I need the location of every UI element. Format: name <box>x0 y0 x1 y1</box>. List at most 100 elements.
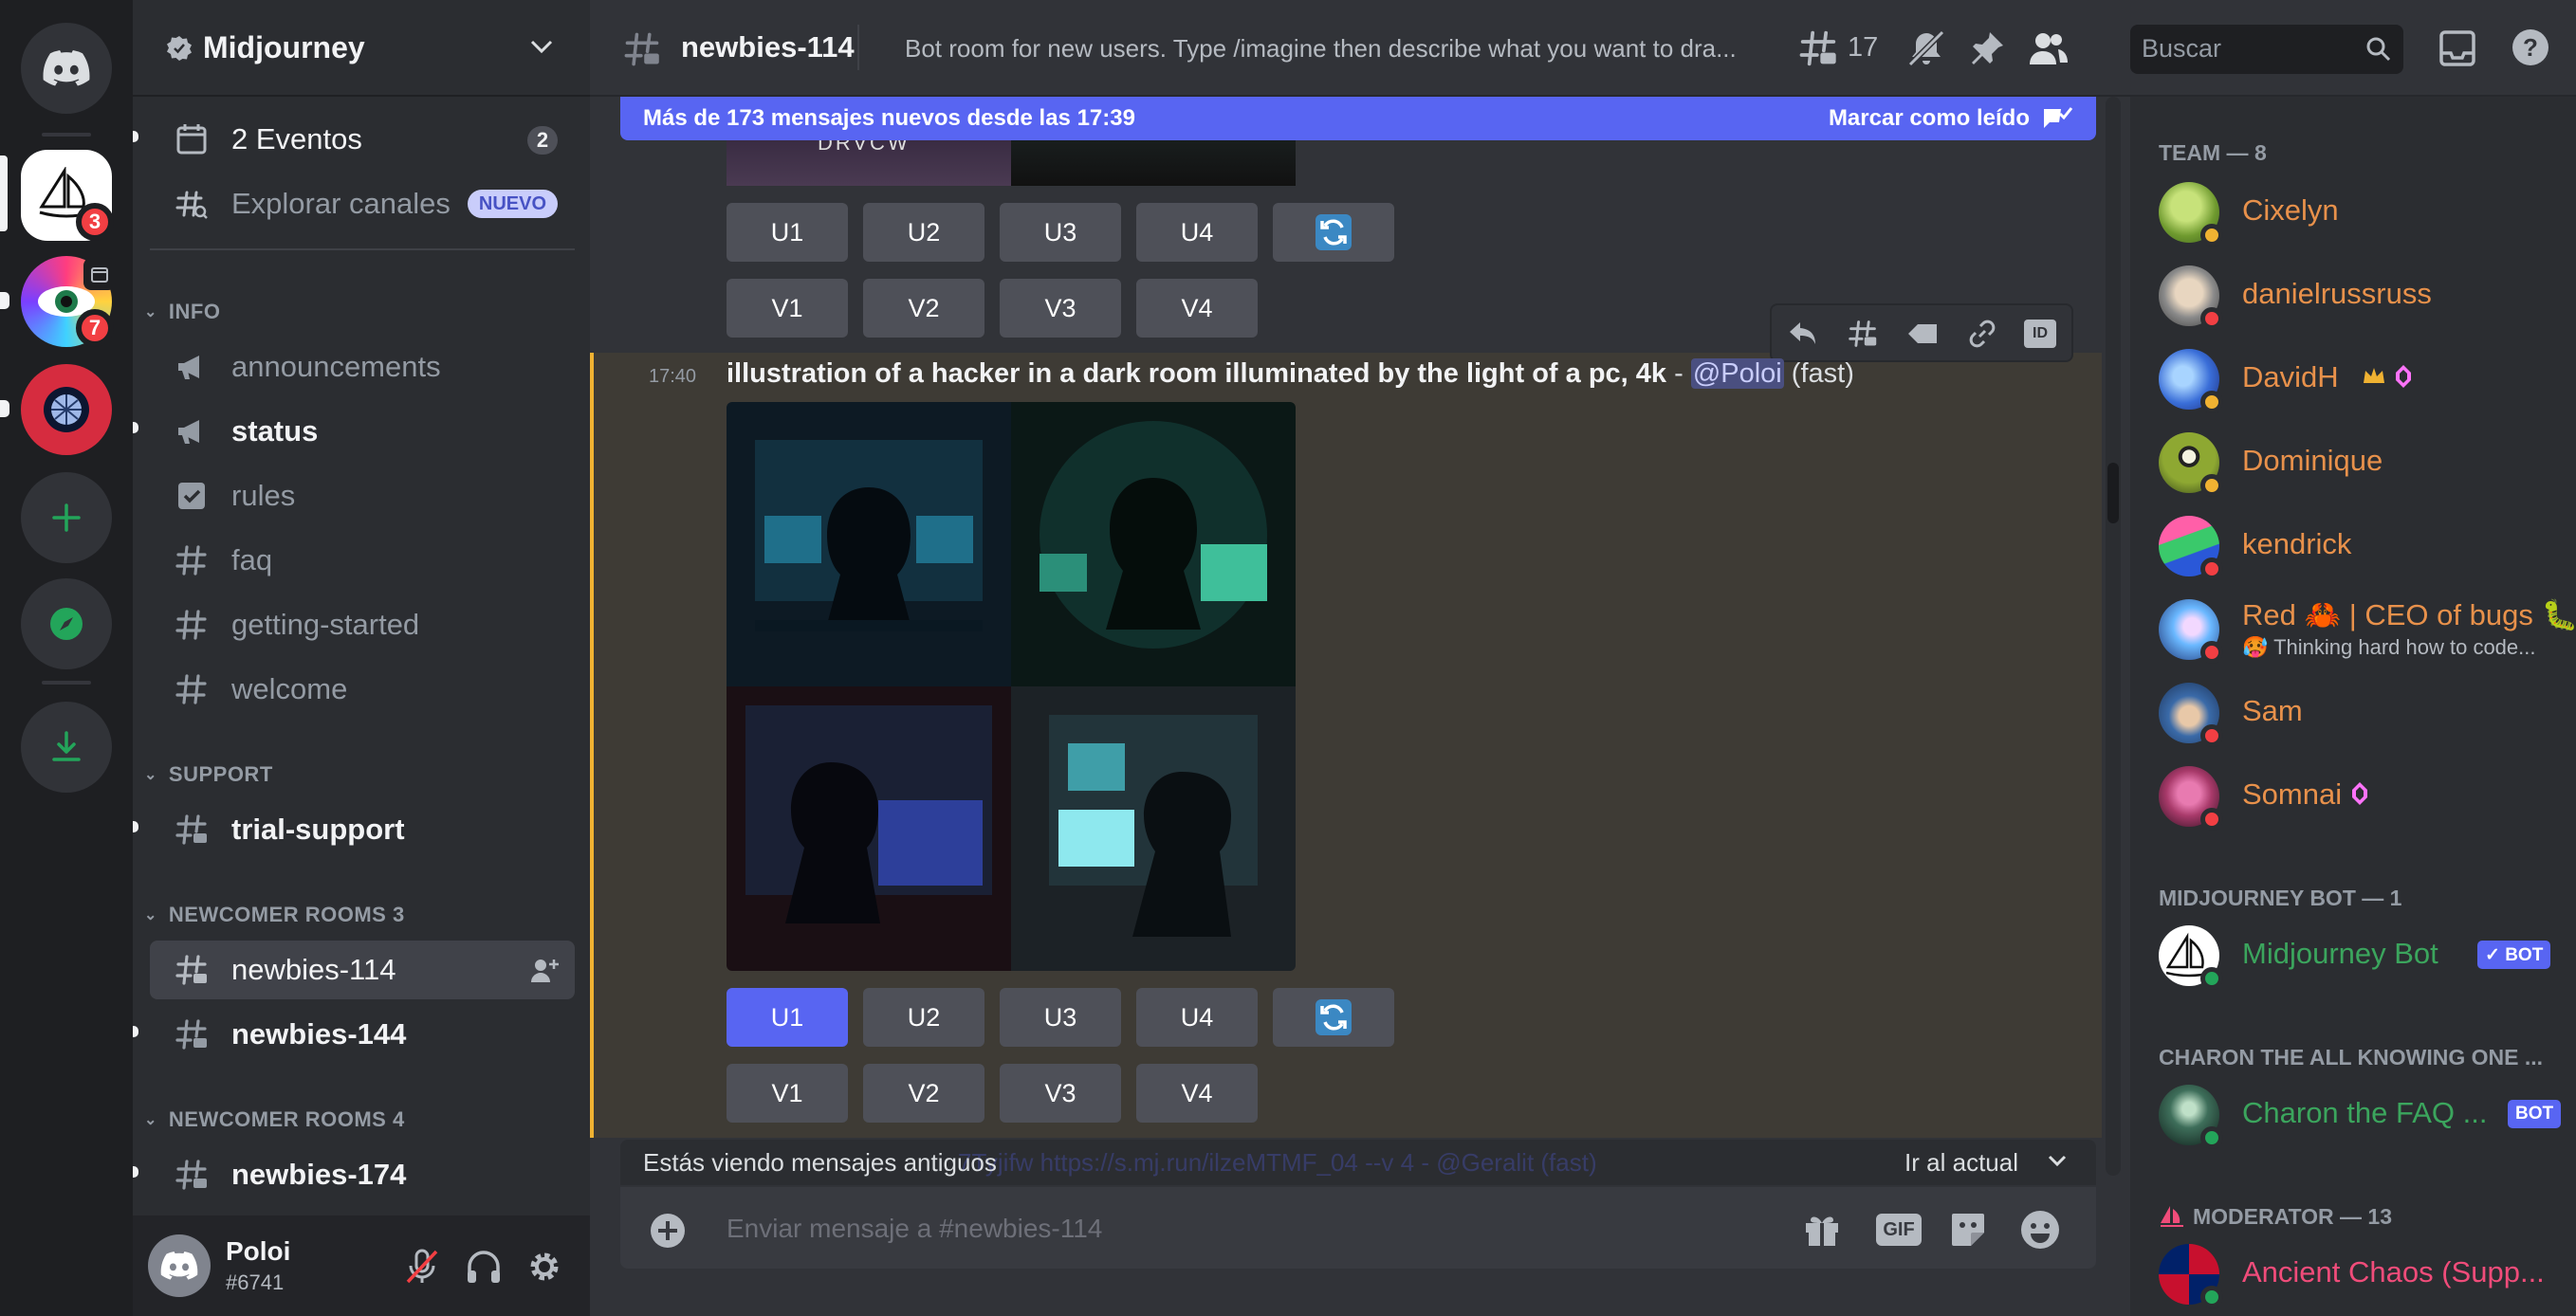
upscale-button-2[interactable]: U2 <box>863 988 984 1047</box>
add-member-icon[interactable] <box>529 956 560 984</box>
category-support[interactable]: ⌄ SUPPORT <box>144 762 273 787</box>
reply-icon[interactable] <box>1787 319 1817 347</box>
variation-button-2[interactable]: V2 <box>863 1064 984 1123</box>
events-item[interactable]: 2 Eventos 2 <box>150 110 575 169</box>
svg-text:?: ? <box>2523 33 2538 62</box>
user-mention[interactable]: @Poloi <box>1690 358 1784 389</box>
emoji-icon[interactable] <box>2018 1208 2062 1252</box>
member-item[interactable]: Sam <box>2159 675 2567 751</box>
member-item[interactable]: Ancient Chaos (Supp... <box>2159 1236 2567 1312</box>
channel-welcome[interactable]: welcome <box>150 660 575 719</box>
channel-newbies-114[interactable]: newbies-114 <box>150 941 575 999</box>
channel-trial-support[interactable]: trial-support <box>150 800 575 859</box>
reroll-button[interactable] <box>1273 203 1394 262</box>
mark-as-read-button[interactable]: Marcar como leído <box>1829 105 2030 132</box>
mute-microphone-icon[interactable] <box>404 1248 440 1286</box>
variation-button-4[interactable]: V4 <box>1136 279 1258 338</box>
member-item[interactable]: Cixelyn <box>2159 174 2567 250</box>
channel-newbies-174[interactable]: newbies-174 <box>150 1145 575 1204</box>
member-list-icon[interactable] <box>2026 28 2070 68</box>
unread-indicator <box>133 1166 138 1178</box>
upscale-button-3[interactable]: U3 <box>1000 988 1121 1047</box>
variation-button-1[interactable]: V1 <box>727 1064 848 1123</box>
explore-servers-button[interactable] <box>21 578 112 669</box>
hidden-message-text: 7Tyjifw https://s.mj.run/ilzeMTMF_04 --v… <box>958 1148 1597 1177</box>
channel-getting-started[interactable]: getting-started <box>150 595 575 654</box>
browse-channels-item[interactable]: Explorar canales NUEVO <box>150 174 575 233</box>
create-thread-icon[interactable] <box>1848 319 1878 349</box>
variation-button-2[interactable]: V2 <box>863 279 984 338</box>
member-name: Cixelyn <box>2242 193 2339 227</box>
gear-icon[interactable] <box>525 1248 563 1286</box>
upscale-button-1[interactable]: U1 <box>727 203 848 262</box>
mark-unread-icon[interactable] <box>1906 319 1939 349</box>
category-info[interactable]: ⌄ INFO <box>144 300 220 324</box>
server-booster-icon <box>2352 782 2367 805</box>
channel-topic[interactable]: Bot room for new users. Type /imagine th… <box>905 34 1806 64</box>
channel-rules[interactable]: rules <box>150 466 575 525</box>
pin-icon[interactable] <box>1967 28 2007 68</box>
gif-button[interactable]: GIF <box>1876 1214 1922 1246</box>
sticker-icon[interactable] <box>1948 1210 1988 1250</box>
category-newcomer-rooms-4[interactable]: ⌄ NEWCOMER ROOMS 4 <box>144 1107 405 1132</box>
upscale-button-3[interactable]: U3 <box>1000 203 1121 262</box>
old-messages-text: Estás viendo mensajes antiguos <box>643 1148 997 1177</box>
threads-icon[interactable] <box>1796 28 1840 68</box>
search-input[interactable]: Buscar <box>2130 25 2403 74</box>
chevron-down-icon[interactable] <box>529 38 554 55</box>
member-item[interactable]: danielrussruss <box>2159 258 2567 334</box>
reroll-button[interactable] <box>1273 988 1394 1047</box>
member-item[interactable]: Somnai <box>2159 759 2567 834</box>
member-item[interactable]: Red 🦀 | CEO of bugs 🐛 🥵 Thinking hard ho… <box>2159 592 2576 667</box>
direct-messages-button[interactable] <box>21 23 112 114</box>
download-apps-button[interactable] <box>21 702 112 793</box>
member-item[interactable]: Midjourney Bot ✓ BOT <box>2159 918 2567 994</box>
link-icon[interactable] <box>1967 319 1997 349</box>
message-composer[interactable]: Enviar mensaje a #newbies-114 GIF <box>620 1187 2096 1269</box>
member-item[interactable]: Dominique <box>2159 425 2567 501</box>
upscale-button-2[interactable]: U2 <box>863 203 984 262</box>
jump-to-present-button[interactable]: Ir al actual <box>1904 1148 2018 1178</box>
channel-newbies-144[interactable]: newbies-144 <box>150 1005 575 1064</box>
gift-icon[interactable] <box>1802 1210 1842 1248</box>
megaphone-icon <box>178 356 199 379</box>
category-label: INFO <box>168 300 221 323</box>
chat-scrollbar-track[interactable] <box>2106 97 2121 1176</box>
channel-status[interactable]: status <box>150 402 575 461</box>
variation-button-3[interactable]: V3 <box>1000 1064 1121 1123</box>
old-messages-bar[interactable]: 7Tyjifw https://s.mj.run/ilzeMTMF_04 --v… <box>620 1140 2096 1185</box>
inbox-icon[interactable] <box>2438 28 2477 68</box>
copy-id-icon[interactable]: ID <box>2024 320 2056 348</box>
category-newcomer-rooms-3[interactable]: ⌄ NEWCOMER ROOMS 3 <box>144 903 405 927</box>
add-server-button[interactable] <box>21 472 112 563</box>
member-item[interactable]: DavidH <box>2159 341 2567 417</box>
member-item[interactable]: kendrick <box>2159 508 2567 584</box>
help-icon[interactable]: ? <box>2510 27 2551 68</box>
server-disco[interactable] <box>21 364 112 455</box>
upscale-button-4[interactable]: U4 <box>1136 203 1258 262</box>
headphones-icon[interactable] <box>465 1248 503 1286</box>
chat-scrollbar-thumb[interactable] <box>2107 463 2119 523</box>
category-label: NEWCOMER ROOMS 4 <box>168 1107 405 1131</box>
add-attachment-icon[interactable] <box>649 1212 687 1250</box>
user-tag: #6741 <box>226 1270 285 1294</box>
server-eye-art[interactable]: 7 <box>21 256 116 347</box>
member-item[interactable]: Charon the FAQ ... BOT <box>2159 1077 2567 1153</box>
avatar[interactable] <box>148 1234 211 1297</box>
server-midjourney[interactable]: 3 <box>21 150 114 241</box>
variation-button-3[interactable]: V3 <box>1000 279 1121 338</box>
guild-header[interactable]: Midjourney <box>133 0 590 97</box>
upscale-button-1[interactable]: U1 <box>727 988 848 1047</box>
channel-announcements[interactable]: announcements <box>150 338 575 396</box>
message-input[interactable]: Enviar mensaje a #newbies-114 <box>727 1214 1102 1244</box>
unread-indicator <box>0 292 9 309</box>
variation-button-1[interactable]: V1 <box>727 279 848 338</box>
channel-label: newbies-114 <box>231 953 396 986</box>
notifications-muted-icon[interactable] <box>1906 28 1946 68</box>
channel-faq[interactable]: faq <box>150 531 575 590</box>
generated-image-grid[interactable] <box>727 402 1296 971</box>
new-messages-banner[interactable]: Más de 173 mensajes nuevos desde las 17:… <box>620 97 2096 140</box>
chevron-down-icon[interactable] <box>2047 1153 2068 1170</box>
upscale-button-4[interactable]: U4 <box>1136 988 1258 1047</box>
variation-button-4[interactable]: V4 <box>1136 1064 1258 1123</box>
